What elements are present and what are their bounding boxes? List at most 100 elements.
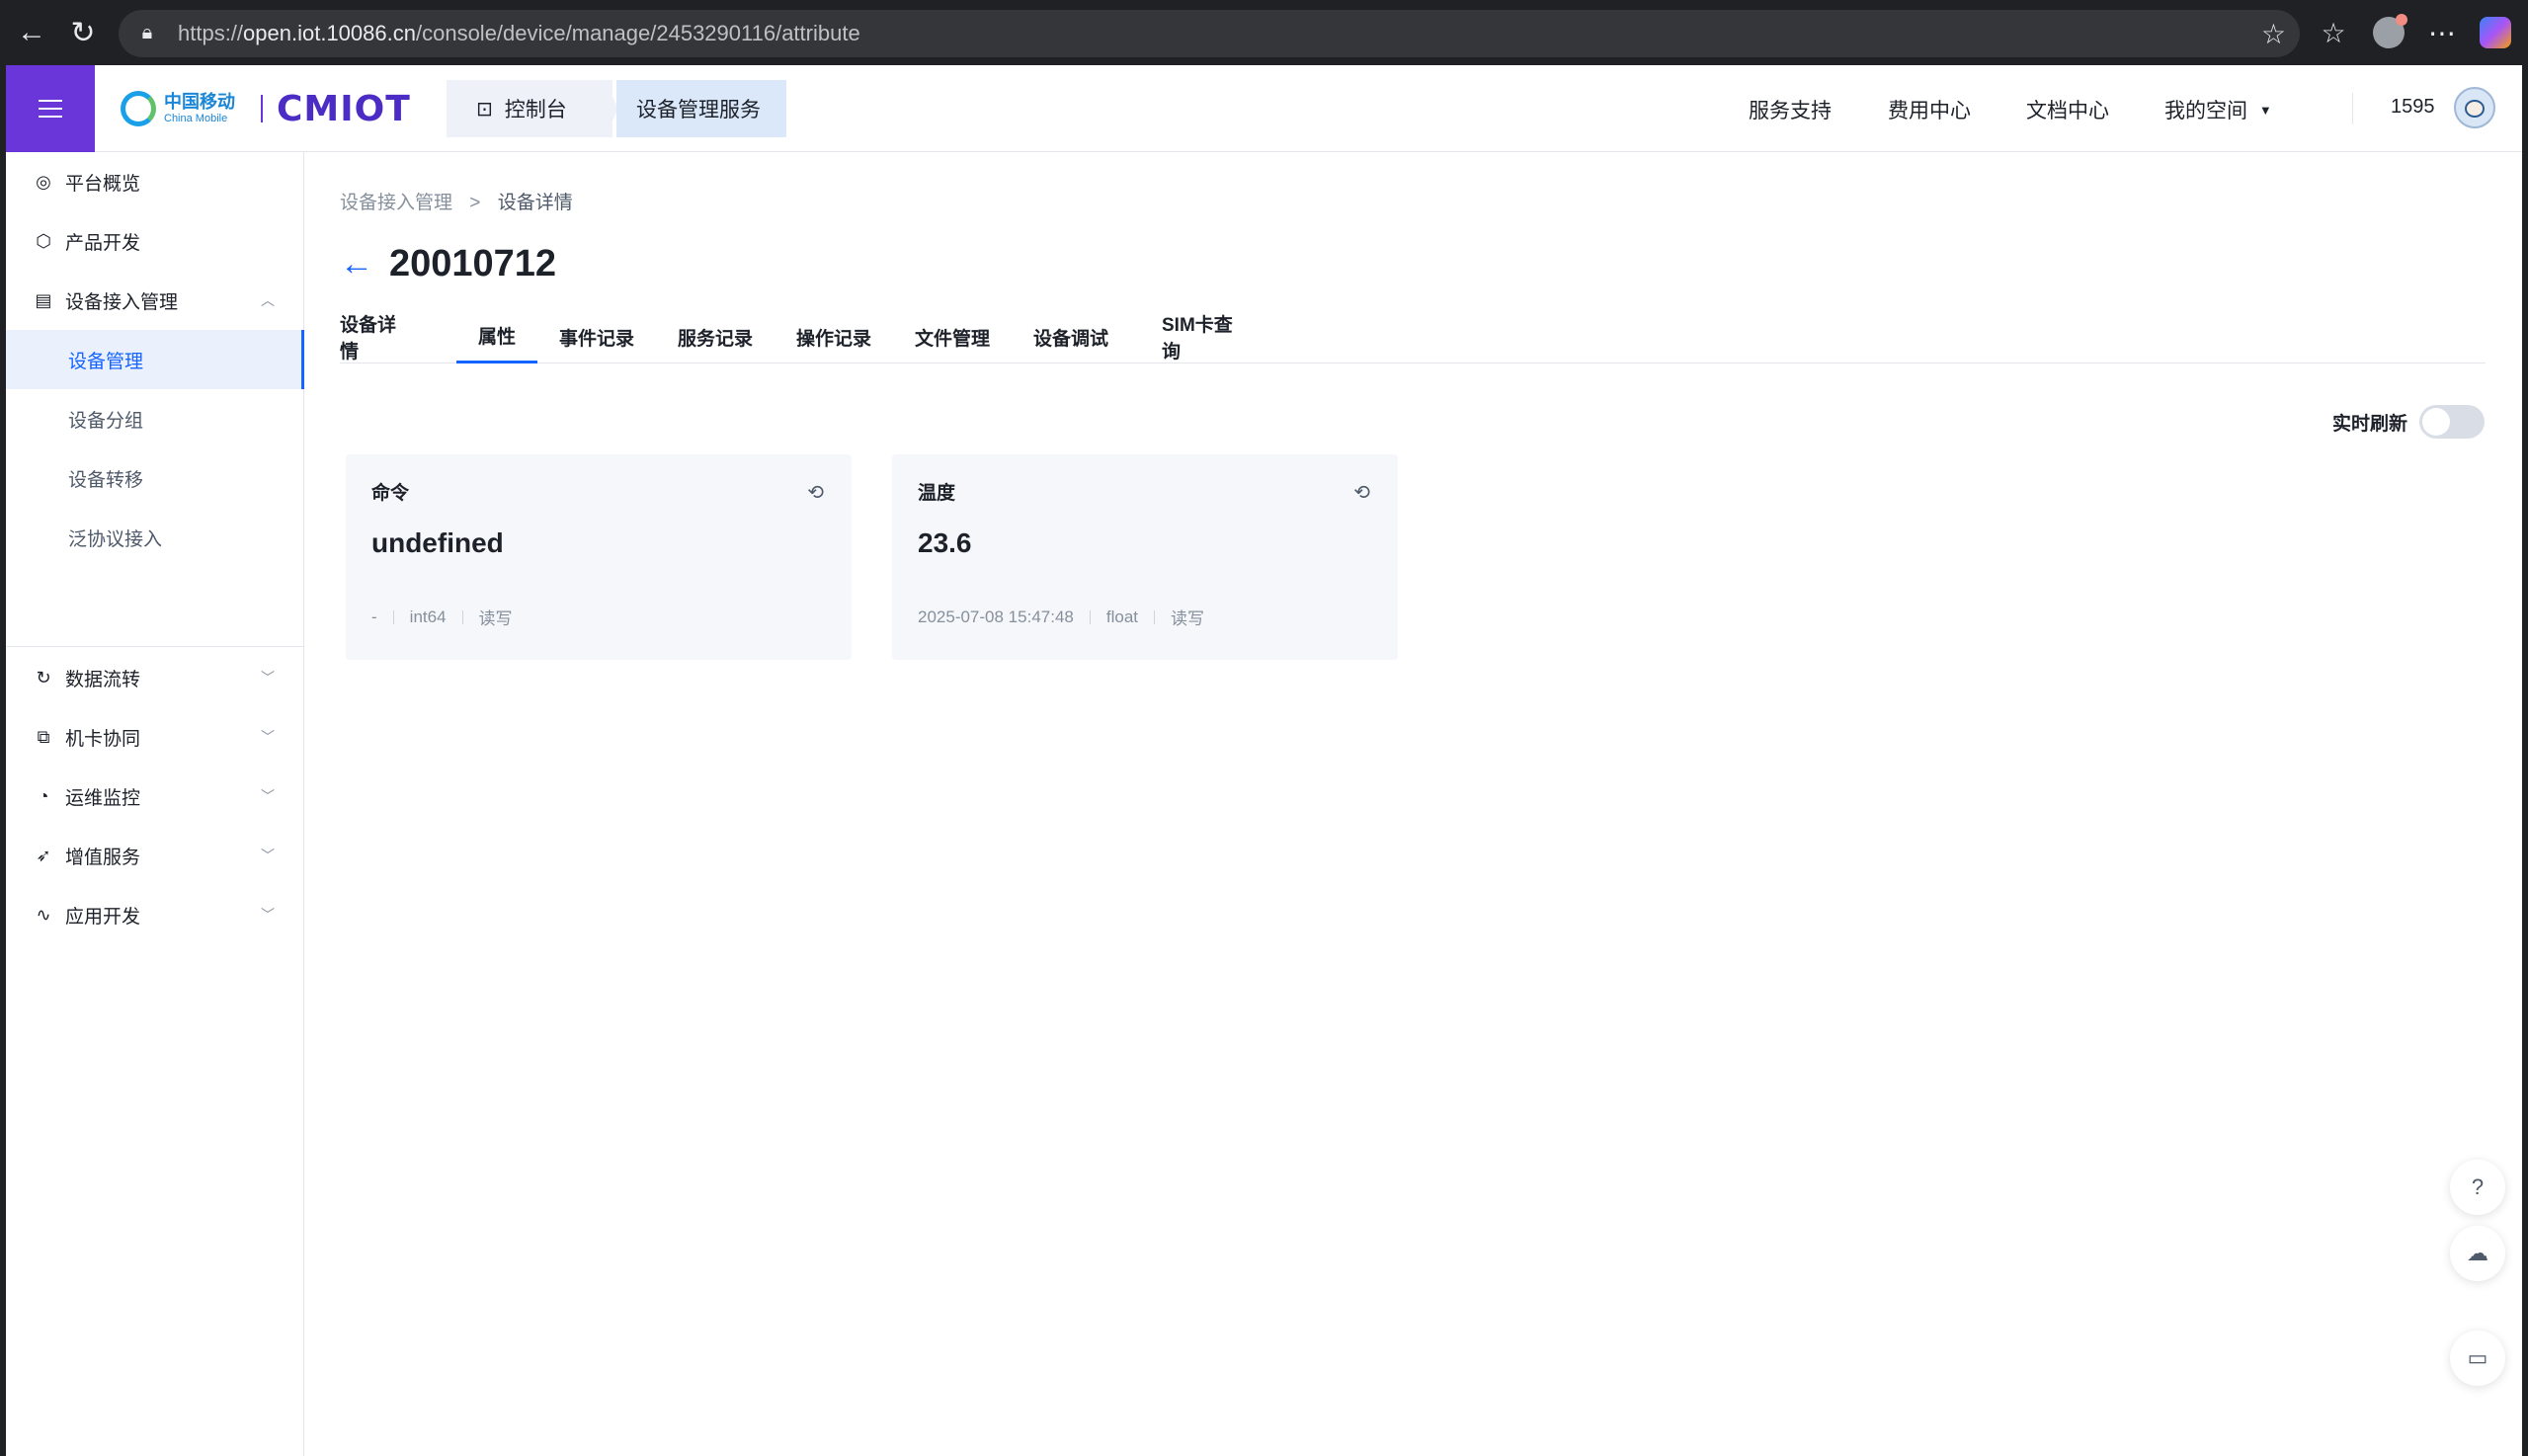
sidebar-subitem-device-manage[interactable]: 设备管理 [6, 330, 304, 389]
attribute-value: undefined [371, 527, 504, 558]
help-button[interactable]: ? [2450, 1160, 2505, 1215]
logo-divider [261, 95, 263, 122]
monitor-icon: ◔ [38, 785, 49, 806]
chevron-up-icon: ︿ [261, 292, 275, 308]
user-number[interactable]: 1595 [2391, 96, 2435, 119]
sidebar-item-label: 增值服务 [65, 847, 141, 868]
attribute-access: 读写 [478, 609, 513, 628]
meta-divider [461, 609, 463, 624]
main-content: 设备接入管理 > 设备详情 ← 20010712 设备详情 属性 事件记录 服务… [304, 152, 2522, 1456]
sidebar-item-label: 设备接入管理 [65, 291, 179, 313]
device-icon: ▤ [35, 289, 52, 310]
more-options-icon[interactable]: ⋯ [2422, 13, 2462, 52]
history-icon[interactable]: ⟲ [1353, 480, 1370, 505]
favorites-icon[interactable]: ☆ [2314, 13, 2353, 52]
tab-operation-records[interactable]: 操作记录 [796, 310, 871, 364]
cmiot-logo[interactable]: CMIOT [277, 87, 411, 130]
logo-cn-text: 中国移动 [164, 92, 235, 112]
sidebar-item-ops-monitor[interactable]: ◔ 运维监控 ﹀ [6, 767, 304, 826]
tab-event-records[interactable]: 事件记录 [559, 310, 634, 364]
attribute-card-temperature: 温度 ⟲ 23.6 2025-07-08 15:47:48 float 读写 [892, 454, 1398, 660]
browser-back-icon[interactable]: ← [12, 13, 51, 52]
tab-file-manage[interactable]: 文件管理 [915, 310, 990, 364]
code-icon: ∿ [36, 904, 51, 925]
feedback-button[interactable]: ▭ [2450, 1331, 2505, 1386]
sidebar-item-card-collab[interactable]: ⧉ 机卡协同 ﹀ [6, 707, 304, 767]
send-icon: ➶ [36, 845, 51, 865]
address-bar[interactable]: 🔒︎ https://open.iot.10086.cn/console/dev… [119, 10, 2300, 57]
console-icon: ⊡ [476, 98, 493, 121]
china-mobile-swirl-icon [121, 91, 156, 126]
sidebar-item-device-access[interactable]: ▤ 设备接入管理 ︿ [6, 271, 304, 330]
url-host: open.iot.10086.cn [243, 21, 416, 45]
toggle-knob [2422, 408, 2450, 436]
sidebar-item-app-dev[interactable]: ∿ 应用开发 ﹀ [6, 885, 304, 944]
tab-device-detail[interactable]: 设备详情 [340, 310, 411, 364]
sidebar-subitem-generic-protocol[interactable]: 泛协议接入 [6, 508, 304, 567]
overview-icon: ◎ [36, 171, 51, 192]
realtime-refresh-toggle[interactable] [2419, 405, 2485, 439]
china-mobile-logo[interactable]: 中国移动 China Mobile [121, 87, 235, 130]
attribute-label: 温度 [918, 483, 956, 504]
sidebar-item-label: 平台概览 [65, 173, 141, 195]
chevron-down-icon: ﹀ [261, 788, 275, 804]
message-icon: ▭ [2467, 1345, 2488, 1370]
meta-divider [1154, 609, 1155, 624]
attribute-time: - [371, 607, 377, 626]
tab-attribute[interactable]: 属性 [456, 310, 537, 364]
sidebar-divider [6, 646, 304, 647]
attribute-value: 23.6 [918, 527, 972, 558]
detail-tabs: 设备详情 属性 事件记录 服务记录 操作记录 文件管理 设备调试 SIM卡查询 [340, 310, 2486, 364]
console-crumb-label: 控制台 [504, 99, 567, 121]
meta-divider [392, 609, 394, 624]
attribute-meta: - int64 读写 [371, 605, 513, 629]
browser-reload-icon[interactable]: ↻ [63, 13, 103, 52]
sidebar-item-product-dev[interactable]: ⬡ 产品开发 [6, 211, 304, 271]
realtime-refresh-control: 实时刷新 [2332, 405, 2485, 439]
header-divider [2352, 93, 2353, 124]
sidebar-item-data-flow[interactable]: ↻ 数据流转 ﹀ [6, 648, 304, 707]
breadcrumb-separator: > [469, 193, 481, 213]
my-space-menu[interactable]: 我的空间 ▼ [2164, 95, 2272, 124]
chevron-down-icon: ﹀ [261, 729, 275, 745]
logo-en-text: China Mobile [164, 113, 228, 124]
attribute-meta: 2025-07-08 15:47:48 float 读写 [918, 605, 1204, 629]
bookmark-star-icon[interactable]: ☆ [2261, 18, 2286, 50]
url-prefix: https:// [178, 21, 244, 45]
tab-service-records[interactable]: 服务记录 [678, 310, 753, 364]
profile-icon[interactable] [2369, 13, 2408, 52]
back-arrow-icon[interactable]: ← [340, 247, 373, 281]
title-row: ← 20010712 [340, 239, 556, 288]
tab-device-debug[interactable]: 设备调试 [1033, 310, 1108, 364]
menu-toggle-button[interactable] [6, 65, 95, 152]
sidebar-item-overview[interactable]: ◎ 平台概览 [6, 152, 304, 211]
docs-center-link[interactable]: 文档中心 [2026, 95, 2109, 124]
cloud-sync-button[interactable]: ☁ [2450, 1226, 2505, 1281]
user-avatar[interactable] [2454, 87, 2495, 128]
breadcrumb-link-device-access[interactable]: 设备接入管理 [340, 193, 452, 213]
sidebar-item-label: 产品开发 [65, 232, 141, 254]
sidebar-item-value-added[interactable]: ➶ 增值服务 ﹀ [6, 826, 304, 885]
copilot-icon[interactable] [2476, 13, 2515, 52]
service-crumb[interactable]: 设备管理服务 [616, 80, 786, 137]
tab-sim-query[interactable]: SIM卡查询 [1162, 310, 1251, 364]
my-space-label: 我的空间 [2164, 100, 2247, 122]
breadcrumb-current: 设备详情 [497, 193, 573, 213]
billing-center-link[interactable]: 费用中心 [1888, 95, 1971, 124]
page-title: 20010712 [389, 242, 557, 284]
sidebar-subitem-device-transfer[interactable]: 设备转移 [6, 448, 304, 508]
link-icon: ⧉ [37, 726, 50, 747]
site-info-icon[interactable]: 🔒︎ [134, 20, 160, 45]
sidebar-item-label: 运维监控 [65, 787, 141, 809]
console-crumb[interactable]: ⊡ 控制台 [447, 80, 612, 137]
service-support-link[interactable]: 服务支持 [1749, 95, 1832, 124]
sidebar-subitem-device-group[interactable]: 设备分组 [6, 389, 304, 448]
realtime-refresh-label: 实时刷新 [2331, 413, 2407, 435]
question-icon: ? [2471, 1174, 2485, 1199]
sidebar: ◎ 平台概览 ⬡ 产品开发 ▤ 设备接入管理 ︿ 设备管理 设备分组 设备转移 … [6, 152, 304, 1456]
history-icon[interactable]: ⟲ [807, 480, 824, 505]
hamburger-icon [39, 100, 62, 118]
sidebar-item-label: 机卡协同 [65, 728, 141, 750]
app-viewport: 中国移动 China Mobile CMIOT ⊡ 控制台 设备管理服务 服务支… [6, 65, 2522, 1456]
attribute-type: float [1105, 607, 1138, 626]
